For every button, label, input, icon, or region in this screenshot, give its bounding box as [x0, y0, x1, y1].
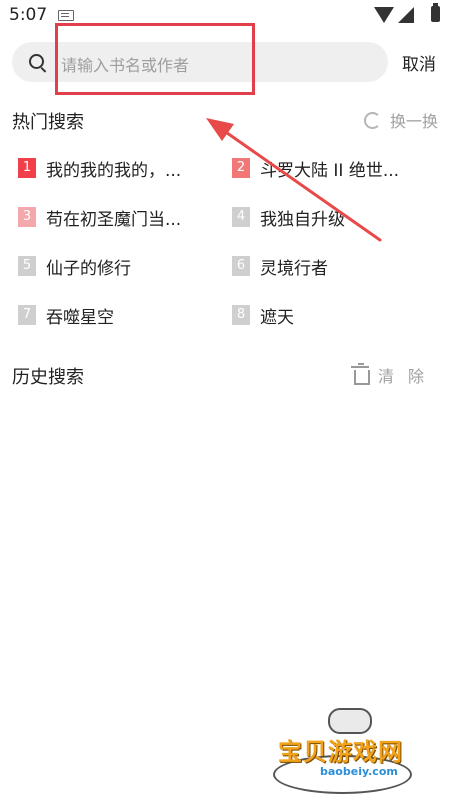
battery-icon	[431, 3, 440, 22]
hot-search-item-title: 我独自升级	[260, 209, 345, 230]
rank-badge: 1	[18, 158, 36, 178]
clear-history-button[interactable]: 清除	[350, 362, 438, 386]
search-icon	[29, 54, 44, 69]
rank-badge: 8	[232, 305, 250, 325]
hot-search-item-title: 吞噬星空	[46, 307, 114, 328]
gamepad-icon	[328, 708, 372, 734]
rank-badge: 6	[232, 256, 250, 276]
arrow-head	[206, 118, 234, 141]
refresh-label: 换一换	[389, 112, 438, 131]
refresh-icon	[363, 111, 381, 129]
hot-search-item[interactable]: 1 我的我的我的，...	[18, 155, 223, 181]
clear-label: 清除	[377, 367, 438, 386]
rank-badge: 2	[232, 158, 250, 178]
rank-badge: 4	[232, 207, 250, 227]
wifi-icon	[374, 7, 394, 23]
highlight-box	[55, 23, 255, 95]
hot-search-item[interactable]: 6 灵境行者	[232, 253, 437, 279]
trash-icon	[350, 362, 370, 385]
watermark-url: baobeiy.com	[320, 765, 398, 778]
hot-search-item[interactable]: 4 我独自升级	[232, 204, 437, 230]
hot-search-title: 热门搜索	[12, 112, 84, 133]
rank-badge: 7	[18, 305, 36, 325]
rank-badge: 3	[18, 207, 36, 227]
refresh-button[interactable]: 换一换	[363, 109, 438, 131]
hot-search-item[interactable]: 2 斗罗大陆 II 绝世...	[232, 155, 437, 181]
hot-search-item-title: 仙子的修行	[46, 258, 131, 279]
rank-badge: 5	[18, 256, 36, 276]
keyboard-icon	[58, 10, 74, 21]
watermark: 宝贝游戏网 baobeiy.com	[268, 700, 443, 794]
cancel-button[interactable]: 取消	[402, 50, 436, 75]
hot-search-item-title: 我的我的我的，...	[46, 160, 182, 181]
hot-search-item[interactable]: 8 遮天	[232, 302, 437, 328]
status-time: 5:07	[9, 5, 48, 25]
hot-search-item[interactable]: 3 苟在初圣魔门当...	[18, 204, 223, 230]
signal-icon	[398, 7, 414, 23]
hot-search-item[interactable]: 5 仙子的修行	[18, 253, 223, 279]
hot-search-item-title: 斗罗大陆 II 绝世...	[260, 160, 400, 181]
hot-search-item-title: 苟在初圣魔门当...	[46, 209, 182, 230]
hot-search-item-title: 灵境行者	[260, 258, 328, 279]
watermark-title: 宝贝游戏网	[278, 738, 403, 766]
history-search-title: 历史搜索	[12, 367, 84, 388]
hot-search-item[interactable]: 7 吞噬星空	[18, 302, 223, 328]
hot-search-item-title: 遮天	[260, 307, 294, 328]
